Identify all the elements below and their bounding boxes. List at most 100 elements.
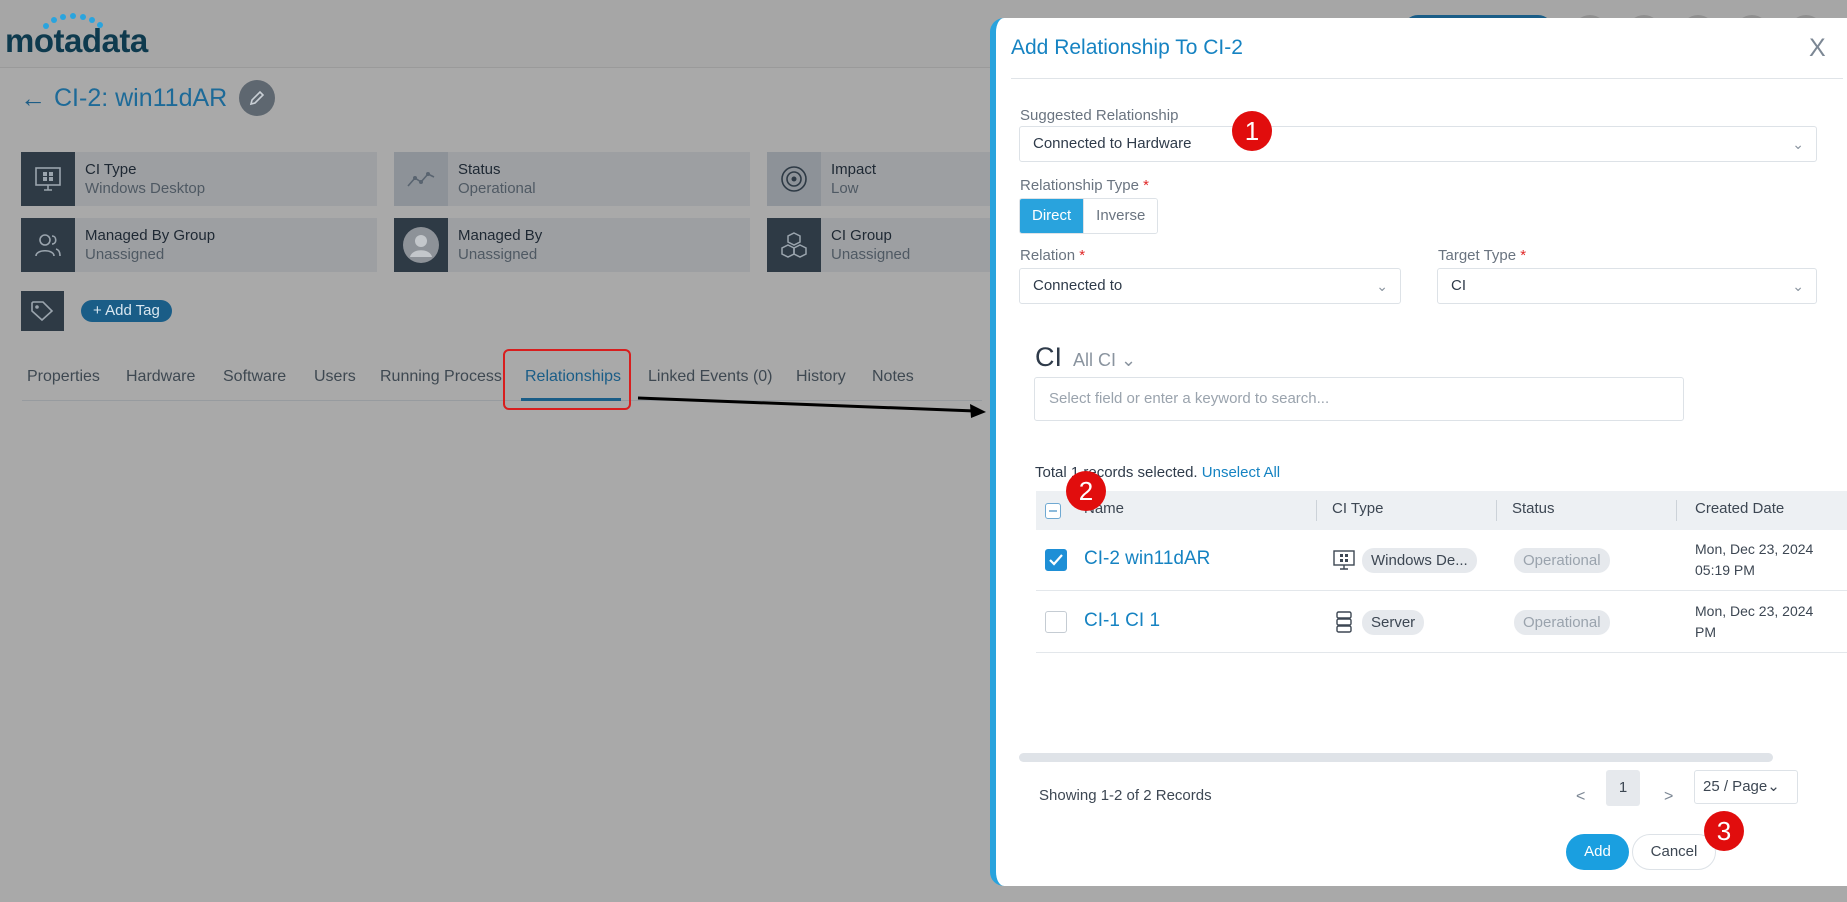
suggested-relationship-select[interactable]: Connected to Hardware ⌄ [1019, 126, 1817, 162]
ci-heading: CI [1035, 342, 1062, 372]
tab-software[interactable]: Software [223, 368, 286, 386]
close-icon[interactable]: X [1809, 34, 1826, 63]
card-value: Operational [458, 180, 536, 197]
chevron-down-icon: ⌄ [1792, 278, 1804, 294]
checkmark-icon [1049, 554, 1063, 566]
prev-page-button[interactable]: < [1576, 788, 1585, 806]
row-checkbox[interactable] [1045, 611, 1067, 633]
search-input[interactable]: Select field or enter a keyword to searc… [1034, 377, 1684, 421]
tab-hardware[interactable]: Hardware [126, 368, 195, 386]
direct-option[interactable]: Direct [1020, 199, 1084, 233]
info-card-managed-by-group: Managed By Group Unassigned [21, 218, 377, 272]
column-divider [1496, 500, 1497, 521]
ci-type-badge: Server [1362, 610, 1425, 635]
tag-icon [21, 291, 64, 331]
records-count: Showing 1-2 of 2 Records [1039, 787, 1212, 804]
created-date-line: Mon, Dec 23, 2024 [1695, 541, 1814, 557]
add-button[interactable]: Add [1566, 834, 1629, 870]
tab-linked-events[interactable]: Linked Events (0) [648, 368, 773, 386]
target-type-value: CI [1451, 277, 1466, 294]
highlight-box [503, 349, 631, 410]
info-card-status: Status Operational [394, 152, 750, 206]
next-page-button[interactable]: > [1664, 788, 1673, 806]
tab-notes[interactable]: Notes [872, 368, 914, 386]
row-name-link[interactable]: CI-1 CI 1 [1084, 610, 1160, 632]
column-created-date[interactable]: Created Date [1695, 500, 1784, 517]
divider [1011, 78, 1843, 79]
row-name-link[interactable]: CI-2 win11dAR [1084, 548, 1210, 570]
background-strip [1530, 886, 1847, 902]
card-value: Low [831, 180, 859, 197]
server-icon [1332, 610, 1356, 634]
required-mark: * [1520, 247, 1527, 264]
app-logo[interactable]: motadata [5, 22, 148, 60]
tab-properties[interactable]: Properties [27, 368, 100, 386]
ci-filter-dropdown[interactable]: All CI ⌄ [1073, 350, 1136, 371]
annotation-badge: 2 [1066, 471, 1106, 511]
minus-icon [1049, 510, 1057, 512]
status-badge: Operational [1514, 548, 1610, 573]
add-tag-button[interactable]: + Add Tag [81, 300, 172, 322]
select-all-checkbox[interactable] [1045, 503, 1061, 519]
table-header: Name CI Type Status Created Date [1036, 491, 1847, 530]
chevron-down-icon: ⌄ [1767, 778, 1780, 795]
add-relationship-modal: Add Relationship To CI-2 X Suggested Rel… [990, 18, 1847, 886]
relation-label-text: Relation [1020, 247, 1076, 264]
info-card-managed-by: Managed By Unassigned [394, 218, 750, 272]
created-date-line: Mon, Dec 23, 2024 [1695, 603, 1814, 619]
card-label: Impact [831, 161, 877, 178]
modal-title: Add Relationship To CI-2 [1011, 36, 1243, 59]
monitor-icon [21, 152, 75, 206]
target-icon [767, 152, 821, 206]
ci-title-row: ← CI-2: win11dAR [20, 78, 276, 118]
chevron-down-icon: ⌄ [1121, 350, 1137, 370]
row-checkbox[interactable] [1045, 549, 1067, 571]
current-page-button[interactable]: 1 [1606, 770, 1640, 806]
card-value: Unassigned [831, 246, 911, 263]
users-icon [21, 218, 75, 272]
ci-filter-value: All CI [1073, 350, 1117, 370]
column-ci-type[interactable]: CI Type [1332, 500, 1383, 517]
target-type-label: Target Type * [1438, 247, 1526, 264]
annotation-badge: 3 [1704, 811, 1744, 851]
tab-history[interactable]: History [796, 368, 846, 386]
cubes-icon [767, 218, 821, 272]
target-type-select[interactable]: CI ⌄ [1437, 268, 1817, 304]
edit-button[interactable] [239, 80, 276, 116]
card-value: Windows Desktop [85, 180, 206, 197]
suggested-relationship-label: Suggested Relationship [1020, 107, 1179, 124]
page-size-select[interactable]: 25 / Page⌄ [1694, 770, 1798, 804]
card-value: Unassigned [85, 246, 165, 263]
card-label: CI Group [831, 227, 892, 244]
unselect-all-link[interactable]: Unselect All [1202, 464, 1280, 481]
trend-icon [394, 152, 448, 206]
created-time-line: PM [1695, 624, 1716, 640]
chevron-down-icon: ⌄ [1376, 278, 1388, 294]
avatar [394, 218, 448, 272]
required-mark: * [1079, 247, 1086, 264]
card-label: Managed By [458, 227, 543, 244]
table-row[interactable]: CI-1 CI 1 Server Operational Mon, Dec 23… [1036, 592, 1847, 653]
relation-select[interactable]: Connected to ⌄ [1019, 268, 1401, 304]
table-row[interactable]: CI-2 win11dAR Windows De... Operational … [1036, 530, 1847, 591]
ci-type-badge: Windows De... [1362, 548, 1477, 573]
tab-running-process[interactable]: Running Process [380, 368, 502, 386]
relationship-type-label-text: Relationship Type [1020, 177, 1139, 194]
annotation-badge: 1 [1232, 111, 1272, 151]
relationship-type-toggle: Direct Inverse [1019, 198, 1159, 234]
relation-label: Relation * [1020, 247, 1085, 264]
selection-count-text: Total 1 records selected. [1035, 464, 1198, 481]
suggested-relationship-value: Connected to Hardware [1033, 135, 1192, 152]
tab-users[interactable]: Users [314, 368, 356, 386]
relationship-type-label: Relationship Type * [1020, 177, 1149, 194]
column-status[interactable]: Status [1512, 500, 1555, 517]
back-arrow-icon[interactable]: ← [20, 83, 46, 114]
column-divider [1316, 500, 1317, 521]
column-divider [1676, 500, 1677, 521]
horizontal-scrollbar[interactable] [1019, 753, 1773, 762]
pencil-icon [250, 90, 265, 106]
pointer-arrow [637, 396, 986, 418]
card-value: Unassigned [458, 246, 538, 263]
inverse-option[interactable]: Inverse [1083, 199, 1158, 233]
cancel-button[interactable]: Cancel [1632, 834, 1716, 870]
